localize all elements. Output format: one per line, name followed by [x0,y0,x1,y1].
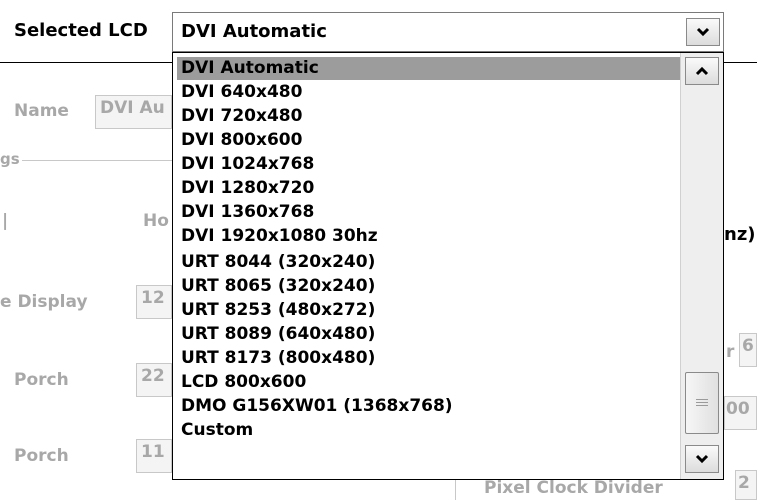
scrollbar-thumb[interactable] [685,372,719,434]
scroll-up-button[interactable] [685,57,719,85]
column-marker: | [2,211,9,231]
chevron-down-icon [696,27,710,37]
combobox-value: DVI Automatic [181,21,327,42]
list-item[interactable]: DVI 640x480 [179,81,302,104]
lcd-dropdown-list[interactable]: DVI Automatic DVI 640x480 DVI 720x480 DV… [172,52,724,480]
scroll-down-button[interactable] [685,445,719,473]
pixel-clock-label: Pixel Clock Divider [484,478,663,498]
column-header-fragment: Ho [143,211,169,231]
list-item[interactable]: DVI 800x600 [179,129,302,152]
list-item[interactable]: URT 8065 (320x240) [179,275,375,298]
list-item[interactable]: DVI 1920x1080 30hz [179,225,378,248]
front-porch-field: 22 [136,363,172,397]
pixel-clock-field: 2 [735,470,757,500]
list-item[interactable]: DVI 1280x720 [179,177,314,200]
list-item[interactable]: URT 8253 (480x272) [179,299,375,322]
grip-icon [696,398,708,408]
header-divider-right [724,62,757,63]
list-item[interactable]: URT 8089 (640x480) [179,323,375,346]
list-item[interactable]: DVI 1024x768 [179,153,314,176]
back-porch-label: Porch [14,446,69,466]
group-border [22,160,172,161]
selected-lcd-combobox[interactable]: DVI Automatic [172,12,724,52]
header-divider-left [0,62,172,63]
display-field: 12 [136,285,172,319]
frequency-header-fragment: nz) [724,224,756,245]
list-item[interactable]: DVI 1360x768 [179,201,314,224]
right-field-2: 00 [724,396,757,430]
front-porch-label: Porch [14,370,69,390]
back-porch-field: 11 [136,439,172,473]
pixel-clock-group-border [455,478,456,500]
chevron-up-icon [695,66,709,76]
right-label-fragment: r [726,342,735,362]
list-item[interactable]: DVI Automatic [177,57,683,80]
chevron-down-icon [695,454,709,464]
list-item[interactable]: URT 8173 (800x480) [179,347,375,370]
selected-lcd-label: Selected LCD [14,20,148,41]
list-item[interactable]: DMO G156XW01 (1368x768) [179,395,453,418]
list-item[interactable]: DVI 720x480 [179,105,302,128]
name-field: DVI Au [95,95,172,129]
display-label: e Display [0,292,88,312]
name-label: Name [14,101,69,121]
combobox-dropdown-button[interactable] [686,18,720,46]
list-item[interactable]: Custom [179,419,253,442]
list-item[interactable]: URT 8044 (320x240) [179,251,375,274]
dropdown-scrollbar[interactable] [680,53,723,479]
group-label-fragment: gs [0,150,20,168]
list-item[interactable]: LCD 800x600 [179,371,306,394]
right-field: 6 [739,333,757,367]
